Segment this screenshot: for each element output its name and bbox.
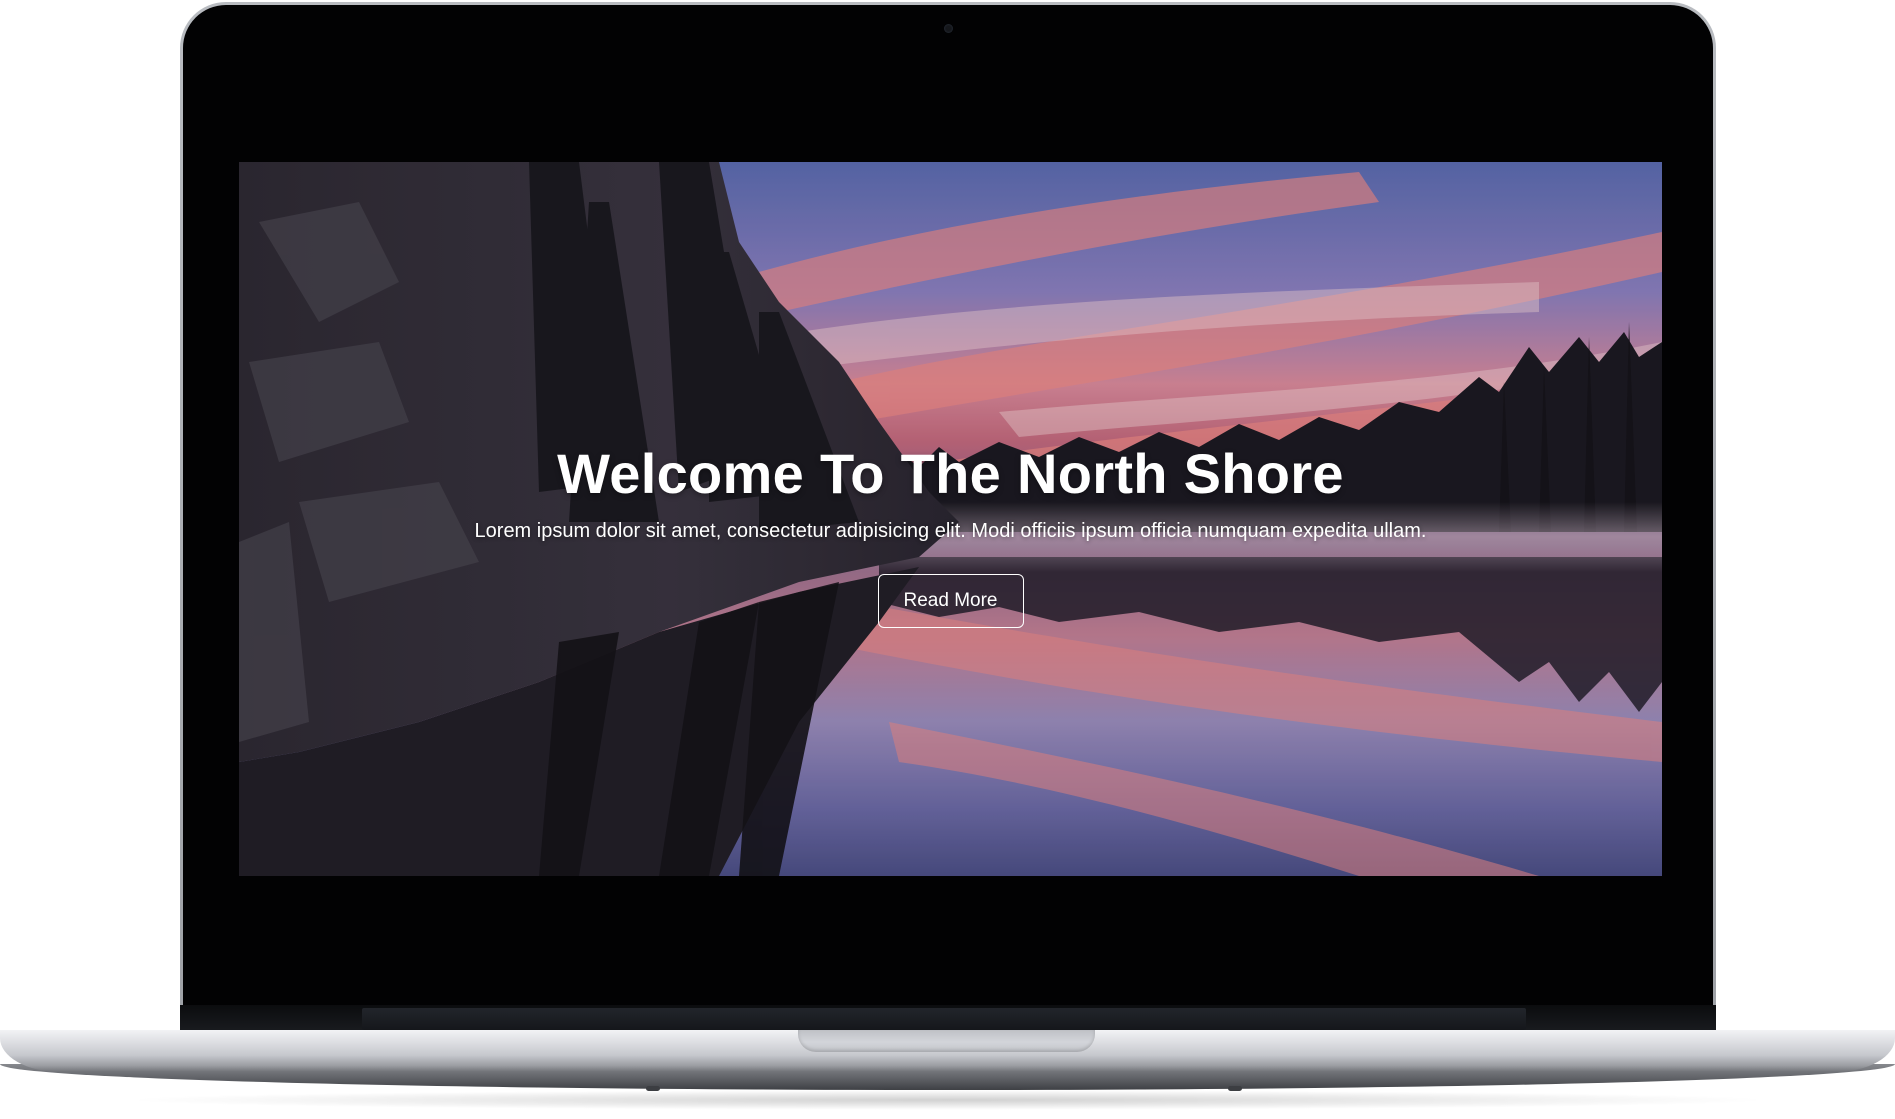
foot-left [646, 1086, 660, 1091]
floor-shadow [120, 1090, 1775, 1110]
laptop-mockup: Welcome To The North Shore Lorem ipsum d… [0, 0, 1895, 1119]
hero-text: Lorem ipsum dolor sit amet, consectetur … [474, 520, 1427, 542]
website-screen: Welcome To The North Shore Lorem ipsum d… [239, 162, 1662, 876]
opening-notch [798, 1030, 1095, 1052]
camera-icon [944, 24, 953, 33]
read-more-button[interactable]: Read More [877, 574, 1024, 628]
foot-right [1228, 1086, 1242, 1091]
hero-section: Welcome To The North Shore Lorem ipsum d… [239, 442, 1662, 628]
hinge-bar [362, 1008, 1526, 1030]
hero-title: Welcome To The North Shore [557, 442, 1344, 505]
